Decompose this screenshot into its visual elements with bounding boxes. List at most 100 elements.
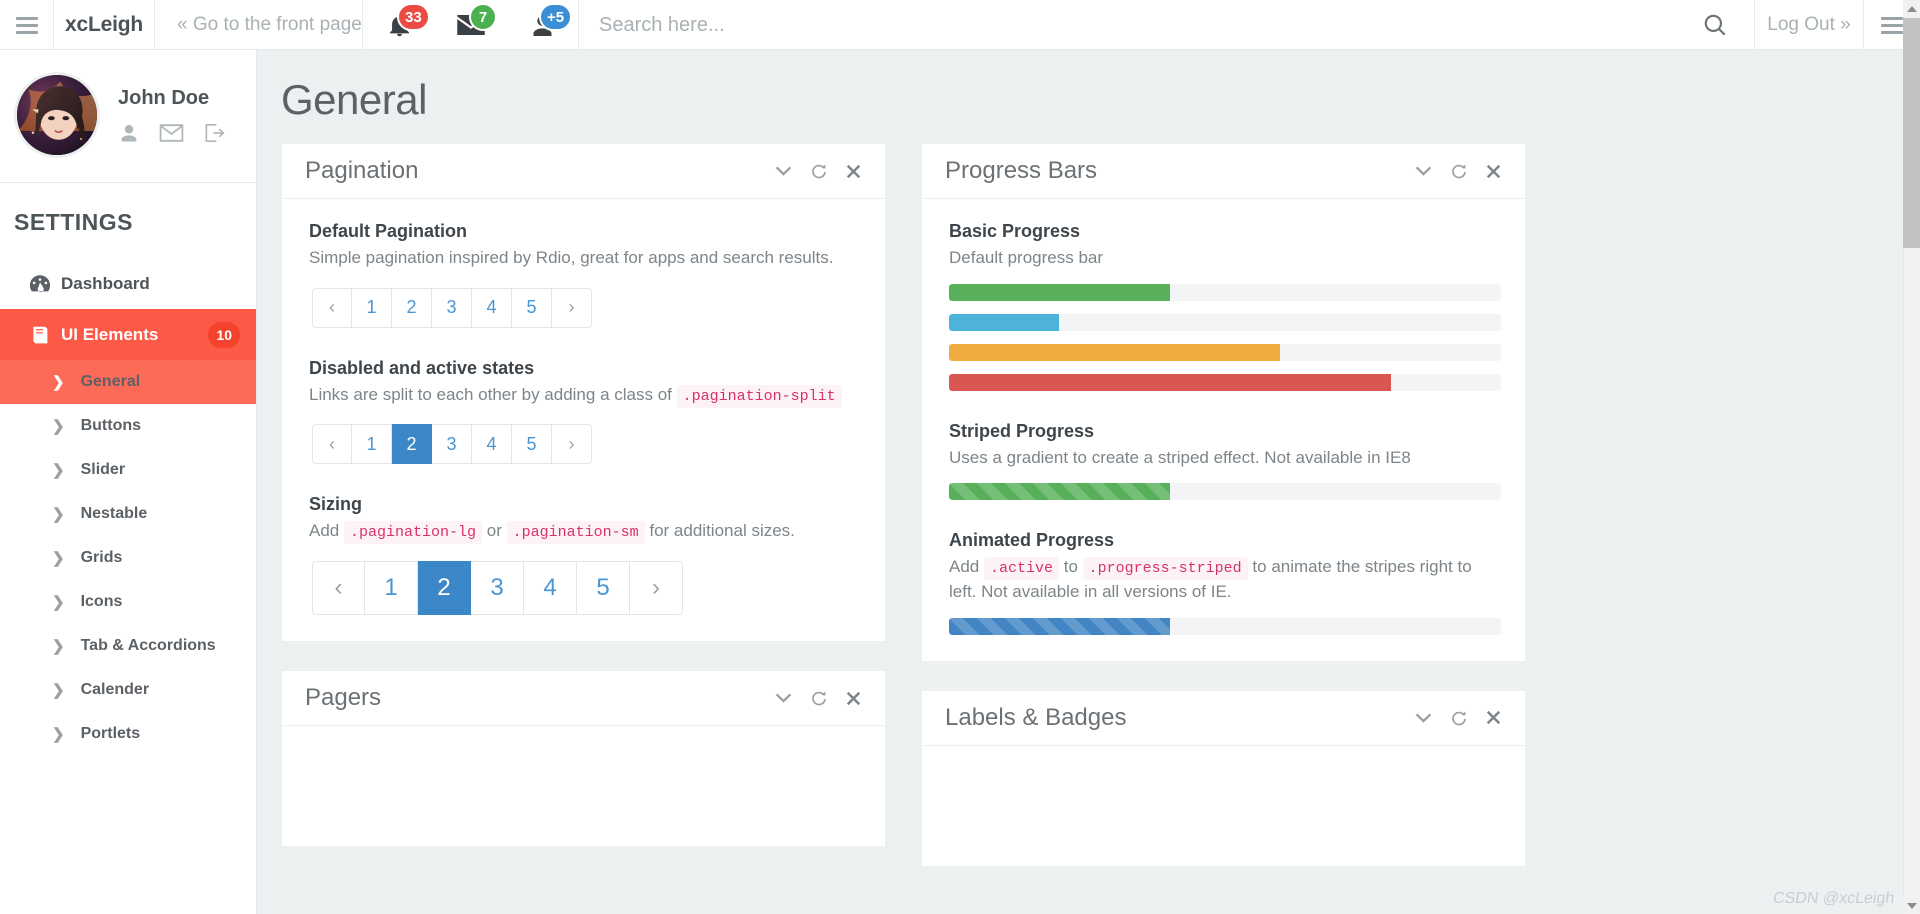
messages-button[interactable]: 7 <box>435 0 507 50</box>
animated-progress-desc: Add .active to .progress-striped to anim… <box>949 555 1501 604</box>
chevron-right-icon: ❯ <box>52 374 65 391</box>
chevron-right-icon: ❯ <box>52 550 65 567</box>
chevron-right-icon: ❯ <box>52 682 65 699</box>
sidebar-subitem-general[interactable]: ❯ General <box>0 360 256 404</box>
sidebar: John Doe SETTINGS Dashboard UI Elements … <box>0 50 257 914</box>
pagination-page[interactable]: 1 <box>365 561 418 616</box>
pagination-page[interactable]: 1 <box>352 287 392 328</box>
sidebar-subitem-grids[interactable]: ❯ Grids <box>0 536 256 580</box>
sizing-pagination[interactable]: ‹ 1 2 3 4 5 › <box>312 561 861 616</box>
pagination-page[interactable]: 4 <box>472 287 512 328</box>
panel-tools <box>775 163 861 179</box>
panel-title: Progress Bars <box>945 157 1098 184</box>
hamburger-icon <box>1881 13 1903 38</box>
users-badge: +5 <box>539 3 573 31</box>
search-input[interactable] <box>599 13 1702 37</box>
chevron-down-icon[interactable] <box>775 165 792 177</box>
pagination-next[interactable]: › <box>552 287 592 328</box>
default-pagination-heading: Default Pagination <box>309 221 468 241</box>
users-button[interactable]: +5 <box>507 0 579 50</box>
sidebar-subitem-tab-accordions[interactable]: ❯ Tab & Accordions <box>0 624 256 668</box>
panel-tools <box>775 690 861 706</box>
sidebar-subitem-nestable[interactable]: ❯ Nestable <box>0 492 256 536</box>
pagination-page-active[interactable]: 2 <box>418 561 471 616</box>
pagination-prev[interactable]: ‹ <box>312 561 365 616</box>
search-bar[interactable] <box>579 0 1755 50</box>
pagination-next[interactable]: › <box>552 424 592 465</box>
code-pagination-split: .pagination-split <box>676 384 842 408</box>
pagination-page[interactable]: 1 <box>352 424 392 465</box>
chevron-down-icon[interactable] <box>775 692 792 704</box>
progress-bar-animated <box>949 617 1170 635</box>
pagination-page[interactable]: 4 <box>524 561 577 616</box>
panel-header: Progress Bars <box>922 144 1525 199</box>
notifications-button[interactable]: 33 <box>363 0 435 50</box>
panel-title: Labels & Badges <box>945 703 1127 731</box>
pagination-next[interactable]: › <box>630 561 683 616</box>
sidebar-subitem-calender[interactable]: ❯ Calender <box>0 668 256 712</box>
sidebar-subitem-buttons[interactable]: ❯ Buttons <box>0 404 256 448</box>
main-content: General Pagination Default Pagination Si… <box>257 50 1906 914</box>
states-pagination[interactable]: ‹ 1 2 3 4 5 › <box>312 424 861 465</box>
chevron-right-icon: ❯ <box>52 726 65 743</box>
refresh-icon[interactable] <box>1451 163 1467 179</box>
default-pagination[interactable]: ‹ 1 2 3 4 5 › <box>312 287 861 328</box>
pagination-page[interactable]: 2 <box>392 287 432 328</box>
sidebar-subitem-slider[interactable]: ❯ Slider <box>0 448 256 492</box>
panel-title: Pagination <box>305 157 419 184</box>
states-desc-text: Links are split to each other by adding … <box>309 384 672 404</box>
animated-progress-heading: Animated Progress <box>949 530 1115 551</box>
pagination-prev[interactable]: ‹ <box>312 287 352 328</box>
close-icon[interactable] <box>846 691 861 706</box>
sidebar-subitem-label: Buttons <box>80 417 142 434</box>
pagination-page[interactable]: 3 <box>432 287 472 328</box>
inbox-icon[interactable] <box>159 122 184 144</box>
panel-body <box>922 746 1525 866</box>
brand-logo[interactable]: xcLeigh <box>54 0 155 50</box>
sidebar-subitem-icons[interactable]: ❯ Icons <box>0 580 256 624</box>
go-to-front-page-link[interactable]: « Go to the front page <box>155 0 363 50</box>
scrollbar-thumb[interactable] <box>1903 18 1920 248</box>
profile-actions <box>118 122 226 144</box>
pagination-page[interactable]: 5 <box>512 287 552 328</box>
pagers-panel: Pagers <box>282 671 885 847</box>
pagination-page[interactable]: 5 <box>577 561 630 616</box>
sidebar-toggle-button[interactable] <box>0 0 54 50</box>
refresh-icon[interactable] <box>1451 710 1467 726</box>
window-scrollbar[interactable] <box>1903 0 1920 914</box>
close-icon[interactable] <box>846 164 861 179</box>
pagination-page-active[interactable]: 2 <box>392 424 432 465</box>
panel-header: Pagination <box>282 144 885 199</box>
sizing-heading: Sizing <box>309 494 362 515</box>
avatar[interactable] <box>14 72 100 158</box>
panel-title: Pagers <box>305 684 382 712</box>
hamburger-icon <box>15 13 38 38</box>
logout-icon[interactable] <box>203 122 226 144</box>
scroll-down-button[interactable] <box>1903 897 1920 914</box>
sidebar-item-ui-elements[interactable]: UI Elements 10 <box>0 309 256 360</box>
sidebar-subitem-label: Calender <box>80 681 150 698</box>
sidebar-subitem-portlets[interactable]: ❯ Portlets <box>0 712 256 756</box>
chevron-down-icon[interactable] <box>1415 165 1432 177</box>
sizing-desc-a: Add <box>309 521 340 541</box>
chevron-down-icon[interactable] <box>1415 712 1432 724</box>
profile-icon[interactable] <box>118 122 140 144</box>
progress-bar-success <box>949 283 1170 301</box>
close-icon[interactable] <box>1486 710 1501 725</box>
progress-bar-info <box>949 313 1060 331</box>
pagination-prev[interactable]: ‹ <box>312 424 352 465</box>
refresh-icon[interactable] <box>811 690 827 706</box>
pagination-page[interactable]: 3 <box>471 561 524 616</box>
pagination-page[interactable]: 4 <box>472 424 512 465</box>
logout-button[interactable]: Log Out » <box>1755 0 1864 50</box>
pagination-page[interactable]: 5 <box>512 424 552 465</box>
pagination-page[interactable]: 3 <box>432 424 472 465</box>
sidebar-item-dashboard[interactable]: Dashboard <box>0 258 256 309</box>
search-icon[interactable] <box>1702 12 1728 38</box>
states-heading: Disabled and active states <box>309 357 535 378</box>
refresh-icon[interactable] <box>811 163 827 179</box>
scroll-up-button[interactable] <box>1903 0 1920 17</box>
progress-track <box>949 373 1501 391</box>
close-icon[interactable] <box>1486 164 1501 179</box>
